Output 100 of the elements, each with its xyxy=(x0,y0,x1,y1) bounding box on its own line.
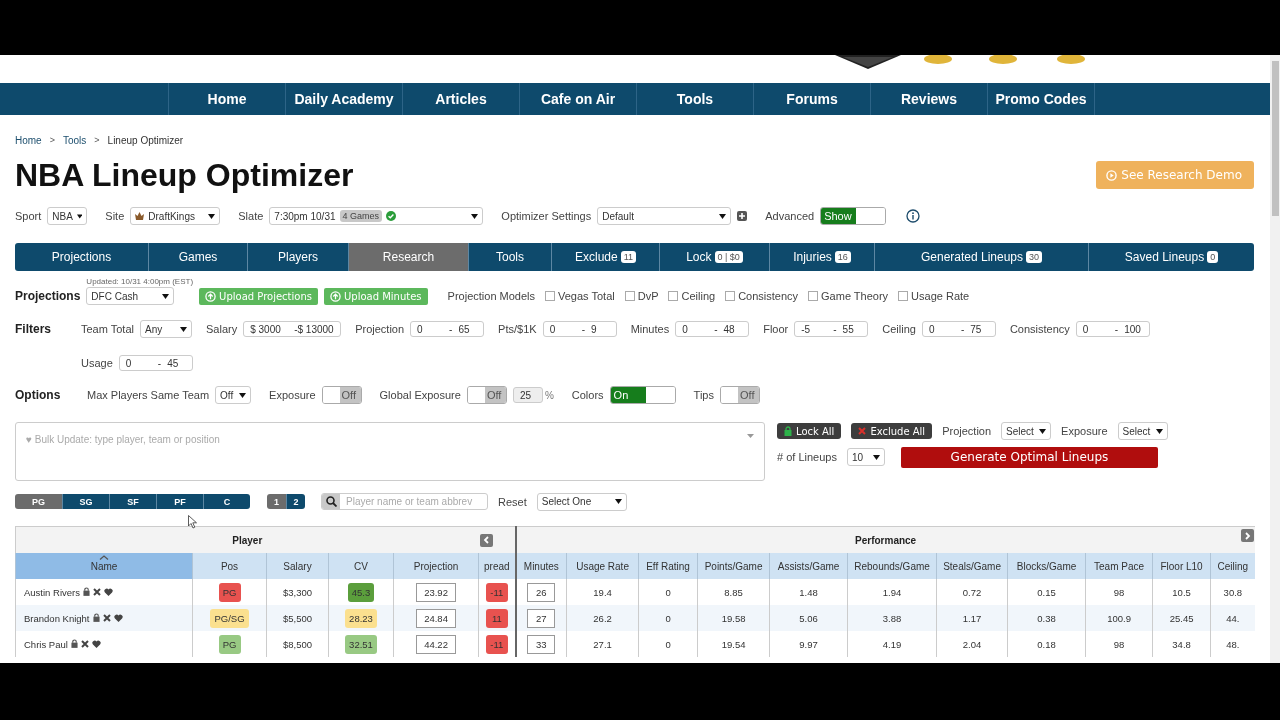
scrollbar[interactable] xyxy=(1270,55,1280,663)
breadcrumb-link[interactable]: Home xyxy=(15,134,42,146)
settings-dropdown[interactable]: Default xyxy=(597,207,732,225)
nav-link[interactable]: Tools xyxy=(636,83,753,115)
tab[interactable]: Exclude 11 xyxy=(551,243,659,271)
cell-input[interactable]: 26 xyxy=(527,582,556,602)
nav-link[interactable]: Daily Academy xyxy=(285,83,402,115)
tab[interactable]: Saved Lineups 0 xyxy=(1088,243,1254,271)
column-header[interactable]: Projection xyxy=(393,553,479,579)
range-field[interactable]: 0 - 9 xyxy=(542,321,617,337)
nav-link[interactable]: Promo Codes xyxy=(987,83,1095,115)
x-icon[interactable] xyxy=(92,587,101,596)
position-filter[interactable]: PG xyxy=(15,494,62,509)
cell-input[interactable]: 33 xyxy=(527,634,556,654)
heart-icon[interactable] xyxy=(103,587,113,596)
lock-icon[interactable] xyxy=(82,586,90,596)
position-filter[interactable]: SF xyxy=(109,494,156,509)
x-icon[interactable] xyxy=(80,639,89,648)
range-field[interactable]: 0 - 48 xyxy=(675,321,750,337)
nav-link[interactable]: Articles xyxy=(402,83,519,115)
team-total-dropdown[interactable]: Any xyxy=(140,320,192,338)
position-filter[interactable]: PF xyxy=(156,494,203,509)
nav-link[interactable]: Home xyxy=(168,83,285,115)
heart-icon[interactable] xyxy=(113,613,123,622)
column-header[interactable]: Points/Game xyxy=(697,553,770,579)
tab[interactable]: Generated Lineups 30 xyxy=(874,243,1088,271)
checkbox[interactable] xyxy=(545,291,555,301)
column-header[interactable]: Floor L10 xyxy=(1152,553,1211,579)
toggle-switch[interactable]: Off xyxy=(321,386,362,404)
cell-input[interactable]: 23.92 xyxy=(416,582,457,602)
projections-dropdown[interactable]: DFC Cash xyxy=(86,287,175,305)
breadcrumb-link[interactable]: Tools xyxy=(62,134,87,146)
field-label: Optimizer Settings xyxy=(501,210,592,222)
position-filter[interactable]: SG xyxy=(62,494,109,509)
tab[interactable]: Lock 0 | $0 xyxy=(659,243,769,271)
slate-dropdown[interactable]: 7:30pm 10/31 4 Games xyxy=(269,207,484,225)
toggle-switch[interactable]: Off xyxy=(466,386,507,404)
lock-icon[interactable] xyxy=(92,612,100,622)
plus-icon[interactable] xyxy=(737,211,748,221)
caret-icon xyxy=(614,499,622,504)
exclude-all-button[interactable]: Exclude All xyxy=(851,423,933,439)
range-field[interactable]: 0 - 45 xyxy=(118,355,193,371)
lock-icon[interactable] xyxy=(70,638,78,648)
column-header[interactable]: Ceiling xyxy=(1210,553,1255,579)
cell-input[interactable]: 44.22 xyxy=(416,634,457,654)
column-header[interactable]: Rebounds/Game xyxy=(847,553,937,579)
range-field[interactable]: 0 - 75 xyxy=(921,321,996,337)
column-header[interactable]: Minutes xyxy=(515,553,567,579)
max-players-dropdown[interactable]: Off xyxy=(215,386,252,404)
info-icon[interactable] xyxy=(906,209,921,223)
toggle-switch[interactable]: Off xyxy=(719,386,760,404)
column-header[interactable]: Salary xyxy=(266,553,329,579)
checkbox[interactable] xyxy=(898,291,909,301)
lock-all-button[interactable]: Lock All xyxy=(777,423,842,439)
expand-button[interactable] xyxy=(1241,529,1254,542)
page-button[interactable]: 1 xyxy=(267,494,286,509)
range-field[interactable]: 0 - 100 xyxy=(1075,321,1150,337)
nav-link[interactable]: Reviews xyxy=(870,83,987,115)
position-filter[interactable]: C xyxy=(203,494,250,509)
nav-link[interactable]: Forums xyxy=(753,83,870,115)
checkbox[interactable] xyxy=(624,291,635,301)
tab[interactable]: Projections xyxy=(15,243,148,271)
breadcrumb-link[interactable]: Lineup Optimizer xyxy=(107,134,184,146)
page-button[interactable]: 2 xyxy=(286,494,305,509)
column-header[interactable]: Pos xyxy=(192,553,267,579)
column-header[interactable]: pread xyxy=(478,553,516,579)
exposure-dropdown[interactable]: Select xyxy=(1117,422,1168,440)
sport-dropdown[interactable]: NBA xyxy=(47,207,88,225)
nav-link[interactable]: Cafe on Air xyxy=(519,83,636,115)
range-field[interactable]: -5 - 55 xyxy=(794,321,869,337)
column-header[interactable]: Eff Rating xyxy=(638,553,698,579)
generate-button[interactable]: Generate Optimal Lineups xyxy=(900,446,1158,468)
checkbox[interactable] xyxy=(668,291,679,301)
column-header[interactable]: Steals/Game xyxy=(936,553,1008,579)
exposure-input[interactable]: 25 xyxy=(512,387,543,403)
tab[interactable]: Injuries 16 xyxy=(769,243,874,271)
heart-icon[interactable] xyxy=(91,639,101,648)
checkbox[interactable] xyxy=(725,291,736,301)
toggle-switch[interactable]: On xyxy=(609,386,676,404)
tab[interactable]: Games xyxy=(148,243,247,271)
column-header[interactable]: Assists/Game xyxy=(769,553,848,579)
lineups-dropdown[interactable]: 10 xyxy=(846,448,885,466)
projection-dropdown[interactable]: Select xyxy=(1001,422,1052,440)
column-header[interactable]: Usage Rate xyxy=(566,553,639,579)
column-header[interactable]: Team Pace xyxy=(1085,553,1153,579)
cell-input[interactable]: 24.84 xyxy=(416,608,457,628)
reset-dropdown[interactable]: Select One xyxy=(536,492,627,511)
cell-input[interactable]: 27 xyxy=(527,608,556,628)
collapse-button[interactable] xyxy=(479,533,493,547)
column-header[interactable]: Name xyxy=(15,553,193,579)
toggle-switch[interactable]: Show xyxy=(820,207,887,225)
column-header[interactable]: CV xyxy=(328,553,394,579)
column-header[interactable]: Blocks/Game xyxy=(1007,553,1086,579)
site-dropdown[interactable]: DraftKings xyxy=(130,207,221,225)
tab[interactable]: Tools xyxy=(468,243,551,271)
x-icon[interactable] xyxy=(102,613,111,622)
tab[interactable]: Research xyxy=(348,243,468,271)
range-field[interactable]: 0 - 65 xyxy=(410,321,485,337)
range-field[interactable]: $ 3000 -$ 13000 xyxy=(243,321,342,337)
checkbox[interactable] xyxy=(808,291,819,301)
